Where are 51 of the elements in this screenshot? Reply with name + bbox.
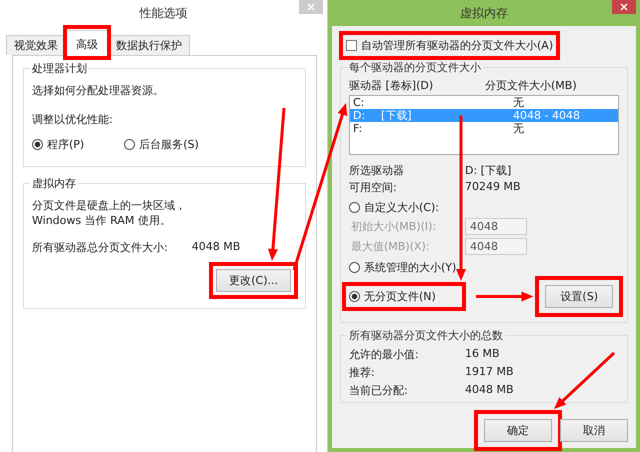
change-button[interactable]: 更改(C)... <box>216 269 291 292</box>
total-label: 所有驱动器总分页文件大小: <box>32 240 168 255</box>
window-title: 虚拟内存 <box>460 4 508 22</box>
field-label: 初始大小(MB)(I): <box>350 219 438 234</box>
window-title: 性能选项 <box>140 4 188 22</box>
field-label: 允许的最小值: <box>349 347 420 362</box>
field-label: 推荐: <box>349 365 376 380</box>
description-text: 分页文件是硬盘上的一块区域，Windows 当作 RAM 使用。 <box>32 198 187 228</box>
field-label: 所选驱动器 <box>349 163 405 178</box>
radio-option[interactable]: 自定义大小(C): <box>349 200 439 215</box>
close-icon <box>307 3 315 11</box>
set-button[interactable]: 设置(S) <box>545 285 613 308</box>
field-value: D: [下载] <box>465 163 512 178</box>
dialog-button[interactable]: 确定 <box>484 419 552 442</box>
checkbox-option[interactable]: 自动管理所有驱动器的分页文件大小(A) <box>346 38 554 53</box>
highlight-frame <box>63 25 111 60</box>
annotation-arrow <box>554 352 616 409</box>
radio-option[interactable]: 后台服务(S) <box>124 137 199 152</box>
annotation-arrow <box>476 292 534 302</box>
group-title: 所有驱动器分页文件大小的总数 <box>347 328 505 343</box>
checkbox[interactable] <box>346 40 357 51</box>
radio-icon[interactable] <box>349 202 360 213</box>
prompt-text: 调整以优化性能: <box>32 112 114 127</box>
drive-row[interactable]: C: 无 <box>350 96 618 109</box>
radio-icon[interactable] <box>349 262 360 273</box>
field-value: 16 MB <box>465 347 500 362</box>
group-title: 处理器计划 <box>30 61 89 76</box>
radio-icon[interactable] <box>32 139 43 150</box>
description-text: 选择如何分配处理器资源。 <box>32 83 165 98</box>
radio-icon[interactable] <box>349 291 360 302</box>
field-value: 70249 MB <box>465 180 521 195</box>
field-label: 可用空间: <box>349 180 398 195</box>
radio-option[interactable]: 无分页文件(N) <box>349 289 459 304</box>
field-label: 当前已分配: <box>349 383 409 398</box>
field-label: 最大值(MB)(X): <box>350 239 430 254</box>
radio-icon[interactable] <box>124 139 136 150</box>
radio-option[interactable]: 程序(P) <box>32 137 84 152</box>
radio-option[interactable]: 系统管理的大小(Y) <box>349 260 456 275</box>
group-title: 虚拟内存 <box>30 176 78 191</box>
field-value: 1917 MB <box>465 365 514 380</box>
field-value: 4048 MB <box>465 383 514 398</box>
tab[interactable]: 数据执行保护 <box>108 35 190 55</box>
total-value: 4048 MB <box>192 240 240 255</box>
column-header: 驱动器 [卷标](D) <box>349 78 434 93</box>
close-icon <box>620 3 628 11</box>
close-button[interactable] <box>612 0 636 14</box>
tab[interactable]: 视觉效果 <box>6 35 66 55</box>
dialog-button[interactable]: 取消 <box>560 419 628 442</box>
drive-row[interactable]: F: 无 <box>350 122 618 135</box>
group-title: 每个驱动器的分页文件大小 <box>347 60 483 75</box>
column-header: 分页文件大小(MB) <box>485 78 577 93</box>
